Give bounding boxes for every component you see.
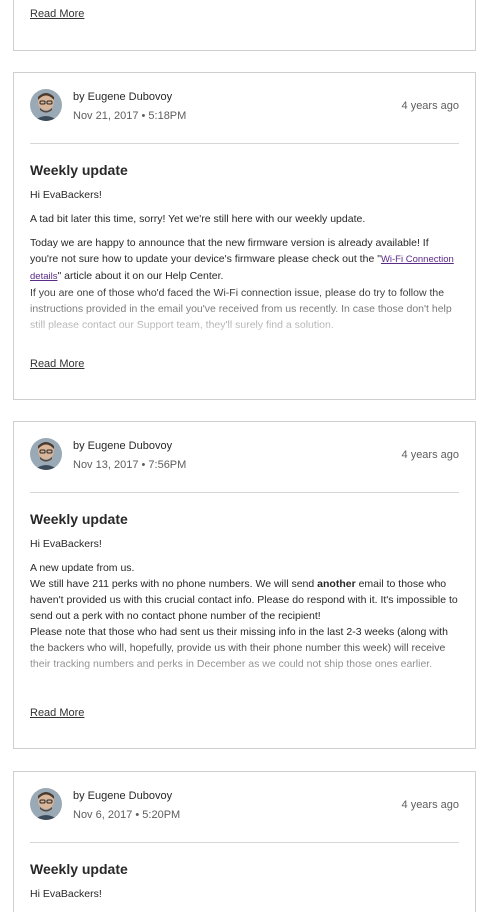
greeting: Hi EvaBackers! [30, 888, 102, 900]
author-name: by Eugene Dubovoy [73, 91, 173, 103]
divider [30, 143, 459, 144]
update-card-previous: Read More [13, 0, 476, 51]
divider [30, 842, 459, 843]
paragraph: A new update from us. [30, 562, 135, 574]
update-title: Weekly update [30, 162, 128, 178]
post-date: Nov 21, 2017 • 5:18PM [73, 110, 187, 122]
greeting: Hi EvaBackers! [30, 538, 102, 550]
paragraph: If you are one of those who'd faced the … [30, 287, 452, 331]
paragraph: A tad bit later this time, sorry! Yet we… [30, 213, 366, 225]
post-age: 4 years ago [401, 799, 459, 811]
update-title: Weekly update [30, 511, 128, 527]
updates-page: Read More by Eugene Dubovoy Nov 21, 2017… [0, 0, 487, 912]
update-header: by Eugene Dubovoy Nov 6, 2017 • 5:20PM 4… [30, 772, 459, 842]
read-more-link[interactable]: Read More [30, 8, 84, 20]
paragraph: Please note that those who had sent us t… [30, 626, 448, 670]
update-header: by Eugene Dubovoy Nov 21, 2017 • 5:18PM … [30, 73, 459, 143]
update-card: by Eugene Dubovoy Nov 6, 2017 • 5:20PM 4… [13, 771, 476, 912]
author-avatar[interactable] [30, 438, 62, 470]
post-age: 4 years ago [401, 449, 459, 461]
divider [30, 492, 459, 493]
update-card: by Eugene Dubovoy Nov 21, 2017 • 5:18PM … [13, 72, 476, 400]
update-body: Hi EvaBackers! A tad bit later this time… [30, 187, 459, 347]
update-body: Hi EvaBackers! A new update from us. We … [30, 536, 459, 696]
author-name: by Eugene Dubovoy [73, 440, 173, 452]
post-date: Nov 13, 2017 • 7:56PM [73, 459, 187, 471]
greeting: Hi EvaBackers! [30, 189, 102, 201]
author-avatar[interactable] [30, 788, 62, 820]
post-date: Nov 6, 2017 • 5:20PM [73, 809, 181, 821]
update-body: Hi EvaBackers! [30, 886, 459, 902]
read-more-link[interactable]: Read More [30, 707, 84, 719]
read-more-link[interactable]: Read More [30, 358, 84, 370]
paragraph: We still have 211 perks with no phone nu… [30, 578, 458, 622]
paragraph: Today we are happy to announce that the … [30, 237, 454, 282]
author-avatar[interactable] [30, 89, 62, 121]
update-card: by Eugene Dubovoy Nov 13, 2017 • 7:56PM … [13, 421, 476, 749]
post-age: 4 years ago [401, 100, 459, 112]
update-title: Weekly update [30, 861, 128, 877]
author-name: by Eugene Dubovoy [73, 790, 173, 802]
update-header: by Eugene Dubovoy Nov 13, 2017 • 7:56PM … [30, 422, 459, 492]
